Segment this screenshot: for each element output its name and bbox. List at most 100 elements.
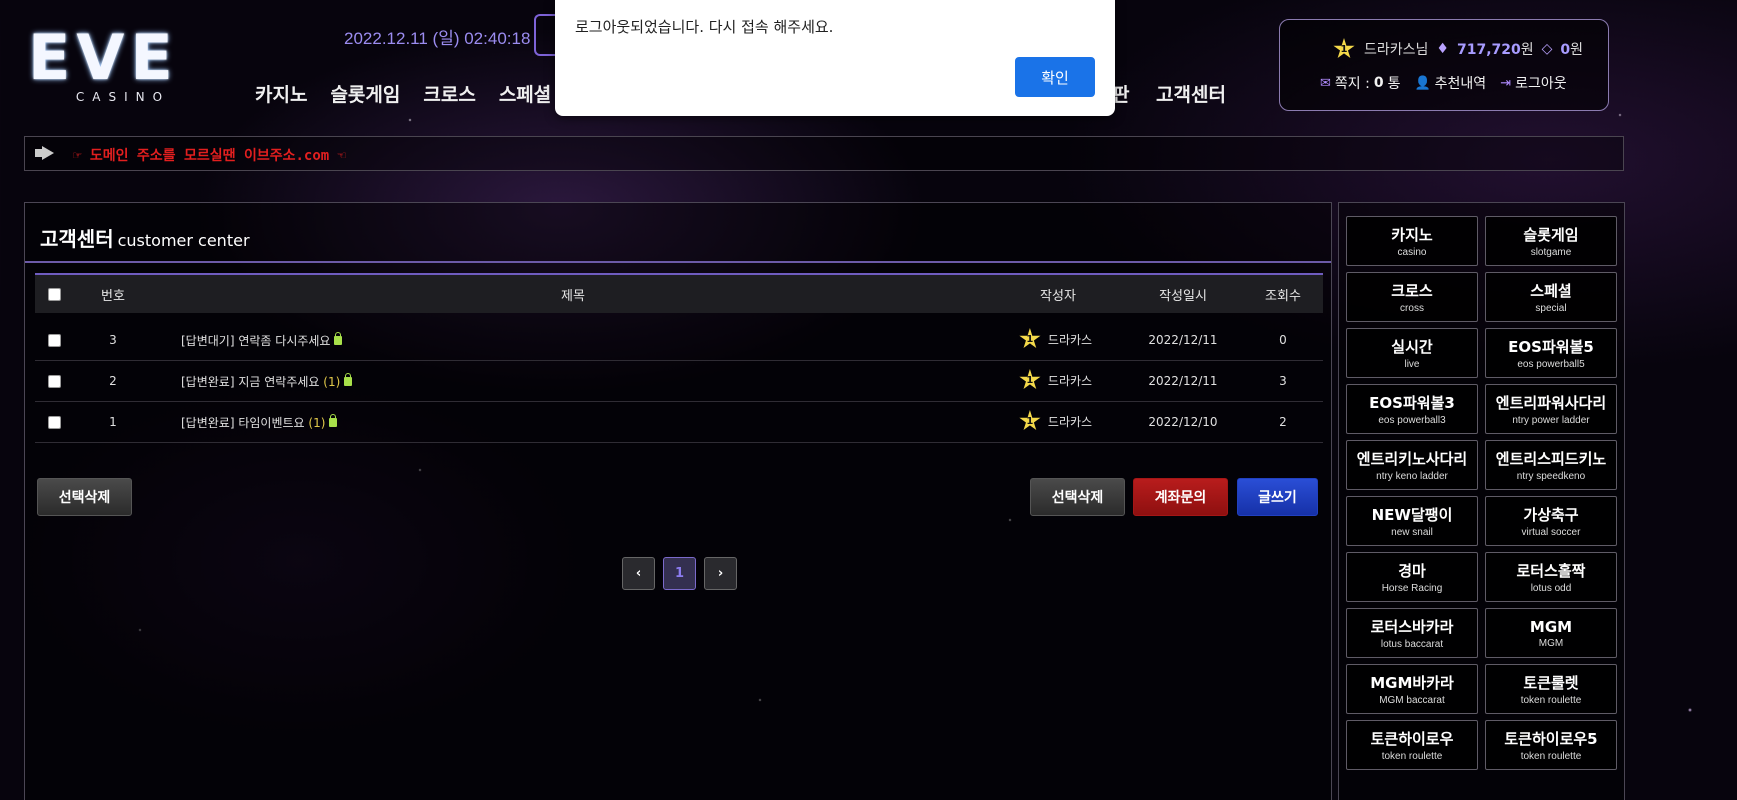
row-author: 드라카스 (1047, 373, 1093, 388)
nav-special[interactable]: 스페셜 (499, 80, 551, 107)
game-menu-item[interactable]: 토큰룰렛 token roulette (1485, 664, 1617, 714)
referral-link[interactable]: 👤 추천내역 (1414, 73, 1486, 93)
lock-icon (334, 331, 343, 345)
game-name-ko: 슬롯게임 (1523, 226, 1579, 244)
main-nav: 카지노 슬롯게임 크로스 스페셜 (255, 80, 551, 107)
logout-icon: ⇥ (1500, 75, 1512, 91)
game-menu-item[interactable]: 토큰하이로우5 token roulette (1485, 720, 1617, 770)
dialog-message: 로그아웃되었습니다. 다시 접속 해주세요. (575, 18, 834, 36)
game-menu-item[interactable]: EOS파워볼5 eos powerball5 (1485, 328, 1617, 378)
page-1-button[interactable]: 1 (663, 557, 696, 590)
game-name-en: ntry speedkeno (1516, 471, 1586, 482)
account-inquiry-button[interactable]: 계좌문의 (1133, 478, 1228, 516)
game-name-en: lotus odd (1530, 583, 1572, 594)
col-views: 조회수 (1265, 288, 1301, 304)
write-button[interactable]: 글쓰기 (1237, 478, 1318, 516)
notice-text: ☞ 도메인 주소를 모르실땐 이브주소.com ☜ (73, 148, 347, 164)
game-name-ko: 토큰룰렛 (1523, 674, 1579, 692)
game-name-ko: 가상축구 (1523, 506, 1579, 524)
dialog-ok-button[interactable]: 확인 (1015, 57, 1095, 97)
user-money: 717,720 (1456, 42, 1521, 58)
game-name-en: casino (1397, 247, 1427, 258)
logout-label: 로그아웃 (1515, 76, 1567, 92)
next-page-button[interactable]: › (704, 557, 737, 590)
game-name-en: virtual soccer (1521, 527, 1581, 538)
game-menu-item[interactable]: 엔트리스피드키노 ntry speedkeno (1485, 440, 1617, 490)
row-author: 드라카스 (1047, 332, 1093, 347)
row-date: 2022/12/10 (1148, 415, 1218, 429)
user-info-box: 1 드라카스님 ♦ 717,720원 ◇ 0원 ✉ 쪽지 : 0 통 👤 추천내… (1279, 19, 1609, 111)
game-menu-item[interactable]: 경마 Horse Racing (1346, 552, 1478, 602)
row-title-link[interactable]: [답변대기] 연락좀 다시주세요 (181, 334, 330, 348)
level-star-icon: 1 (1018, 327, 1042, 351)
game-name-ko: 로터스바카라 (1370, 618, 1454, 636)
row-title-link[interactable]: [답변완료] 지금 연락주세요 (181, 375, 319, 389)
inquiry-table: 번호 제목 작성자 작성일시 조회수 3 [답변대기] 연락좀 다시주세요 1드… (35, 273, 1323, 443)
game-name-en: eos powerball5 (1517, 359, 1585, 370)
delete-selected-button[interactable]: 선택삭제 (1030, 478, 1125, 516)
col-date: 작성일시 (1159, 288, 1207, 304)
money-gem-icon: ♦ (1436, 41, 1449, 57)
game-menu-panel: 카지노 casino 슬롯게임 slotgame 크로스 cross 스페셜 special 실… (1338, 202, 1625, 800)
nav-customer-center[interactable]: 고객센터 (1156, 80, 1226, 107)
messages-link[interactable]: ✉ 쪽지 : 0 통 (1320, 73, 1400, 93)
game-name-ko: 경마 (1398, 562, 1426, 580)
nav-cross[interactable]: 크로스 (423, 80, 475, 107)
row-checkbox[interactable] (47, 375, 61, 388)
row-checkbox[interactable] (47, 334, 61, 347)
game-menu-item[interactable]: 가상축구 virtual soccer (1485, 496, 1617, 546)
game-name-en: cross (1400, 303, 1424, 314)
select-all-checkbox[interactable] (47, 287, 61, 301)
col-title: 제목 (561, 288, 585, 304)
game-menu-item[interactable]: NEW달팽이 new snail (1346, 496, 1478, 546)
game-menu-item[interactable]: 로터스홀짝 lotus odd (1485, 552, 1617, 602)
game-menu-item[interactable]: 슬롯게임 slotgame (1485, 216, 1617, 266)
game-menu-item[interactable]: 토큰하이로우 token roulette (1346, 720, 1478, 770)
table-row[interactable]: 1 [답변완료] 타임이벤트요 (1) 1 드라카스 2022/12/10 2 (35, 402, 1323, 443)
prev-page-button[interactable]: ‹ (622, 557, 655, 590)
site-logo[interactable]: EVE CASINO (28, 27, 210, 105)
col-author: 작성자 (1040, 288, 1076, 304)
nav-casino[interactable]: 카지노 (255, 80, 307, 107)
game-name-en: MGM (1538, 637, 1564, 649)
comment-count: (1) (323, 374, 341, 389)
game-menu-item[interactable]: MGM MGM (1485, 608, 1617, 658)
row-number: 1 (109, 415, 117, 429)
nav-slotgame[interactable]: 슬롯게임 (330, 80, 400, 107)
lock-icon (329, 413, 338, 427)
current-datetime: 2022.12.11 (일) 02:40:18 (344, 29, 531, 48)
game-menu-item[interactable]: EOS파워볼3 eos powerball3 (1346, 384, 1478, 434)
game-menu-item[interactable]: MGM바카라 MGM baccarat (1346, 664, 1478, 714)
user-points: 0 (1560, 42, 1571, 58)
game-menu-item[interactable]: 카지노 casino (1346, 216, 1478, 266)
page-title-en: customer center (117, 231, 250, 250)
referral-label: 추천내역 (1434, 76, 1487, 92)
megaphone-icon (35, 146, 57, 160)
game-menu-item[interactable]: 스페셜 special (1485, 272, 1617, 322)
game-name-ko: 로터스홀짝 (1516, 562, 1586, 580)
message-unit: 통 (1387, 76, 1401, 92)
game-name-en: MGM baccarat (1379, 695, 1445, 706)
game-name-ko: 실시간 (1391, 338, 1433, 356)
delete-selected-button-left[interactable]: 선택삭제 (37, 478, 132, 516)
game-menu-item[interactable]: 엔트리키노사다리 ntry keno ladder (1346, 440, 1478, 490)
game-name-ko: 토큰하이로우 (1370, 730, 1454, 748)
game-name-en: token roulette (1520, 751, 1582, 762)
game-name-ko: MGM (1529, 617, 1573, 636)
table-header: 번호 제목 작성자 작성일시 조회수 (35, 273, 1323, 313)
page-title-ko: 고객센터 (40, 227, 114, 251)
logout-link[interactable]: ⇥ 로그아웃 (1500, 73, 1566, 93)
game-menu-item[interactable]: 로터스바카라 lotus baccarat (1346, 608, 1478, 658)
table-row[interactable]: 2 [답변완료] 지금 연락주세요 (1) 1 드라카스 2022/12/11 3 (35, 361, 1323, 402)
table-row[interactable]: 3 [답변대기] 연락좀 다시주세요 1 드라카스 2022/12/11 0 (35, 320, 1323, 361)
row-title-link[interactable]: [답변완료] 타임이벤트요 (181, 416, 305, 430)
comment-count: (1) (308, 415, 326, 430)
game-name-ko: EOS파워볼3 (1369, 394, 1455, 412)
game-name-en: token roulette (1381, 751, 1443, 762)
game-menu-item[interactable]: 실시간 live (1346, 328, 1478, 378)
game-name-en: eos powerball3 (1378, 415, 1446, 426)
row-checkbox[interactable] (47, 416, 61, 429)
row-number: 3 (109, 333, 117, 347)
game-menu-item[interactable]: 엔트리파워사다리 ntry power ladder (1485, 384, 1617, 434)
game-menu-item[interactable]: 크로스 cross (1346, 272, 1478, 322)
